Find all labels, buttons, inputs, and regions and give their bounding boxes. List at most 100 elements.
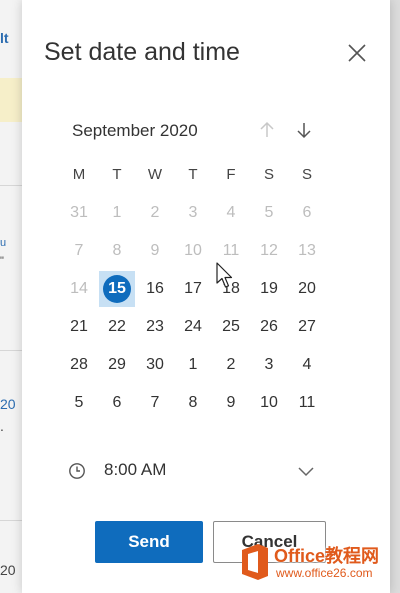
calendar-day[interactable]: 2 xyxy=(137,195,173,231)
calendar-day[interactable]: 30 xyxy=(137,347,173,383)
calendar-day[interactable]: 12 xyxy=(251,233,287,269)
calendar-day-number: 14 xyxy=(70,280,88,297)
calendar-day[interactable]: 10 xyxy=(251,385,287,421)
calendar-day[interactable]: 23 xyxy=(137,309,173,345)
calendar-day-number: 24 xyxy=(184,318,202,335)
calendar-day[interactable]: 20 xyxy=(289,271,325,307)
calendar-day[interactable]: 8 xyxy=(99,233,135,269)
close-button[interactable] xyxy=(344,40,370,66)
background-app: lt u " 20 . 20 xyxy=(0,0,24,593)
calendar-day-number: 27 xyxy=(298,318,316,335)
watermark-url: www.office26.com xyxy=(276,566,373,580)
weekday-label: S xyxy=(263,166,274,183)
calendar-day-number: 2 xyxy=(226,356,236,373)
arrow-up-icon xyxy=(260,121,274,137)
calendar-day[interactable]: 7 xyxy=(137,385,173,421)
calendar-day-number: 4 xyxy=(302,356,312,373)
calendar-day[interactable]: 31 xyxy=(61,195,97,231)
calendar-day-number: 21 xyxy=(70,318,88,335)
background-divider xyxy=(0,185,22,186)
next-month-button[interactable] xyxy=(293,119,315,141)
calendar-day[interactable]: 3 xyxy=(175,195,211,231)
calendar-day-number: 23 xyxy=(146,318,164,335)
month-label: September 2020 xyxy=(72,121,198,140)
calendar-day[interactable]: 1 xyxy=(99,195,135,231)
calendar-day-number: 8 xyxy=(188,394,198,411)
calendar-day[interactable]: 10 xyxy=(175,233,211,269)
weekday-label: F xyxy=(226,166,236,183)
weekday-header: MTWTFSS xyxy=(60,166,364,186)
background-text-fragment: 20 xyxy=(0,396,16,412)
calendar-day-number: 6 xyxy=(302,204,312,221)
calendar-day-number: 19 xyxy=(260,280,278,297)
background-text-fragment: lt xyxy=(0,30,9,46)
calendar-day-number: 11 xyxy=(222,242,240,259)
mouse-cursor-icon xyxy=(216,262,233,288)
calendar-day-number: 7 xyxy=(150,394,160,411)
calendar-day-number: 10 xyxy=(184,242,202,259)
calendar-day[interactable]: 1 xyxy=(175,347,211,383)
calendar-day[interactable]: 9 xyxy=(213,385,249,421)
calendar-day[interactable]: 26 xyxy=(251,309,287,345)
weekday-label: M xyxy=(72,166,86,183)
calendar-day-number: 9 xyxy=(226,394,236,411)
calendar-day-number: 6 xyxy=(112,394,122,411)
calendar-day[interactable]: 11 xyxy=(289,385,325,421)
calendar-day[interactable]: 14 xyxy=(61,271,97,307)
calendar-day-number: 3 xyxy=(188,204,198,221)
weekday-label: W xyxy=(147,166,163,183)
weekday-label: T xyxy=(112,166,122,183)
calendar-day[interactable]: 7 xyxy=(61,233,97,269)
clock-icon xyxy=(69,463,85,479)
calendar-day[interactable]: 17 xyxy=(175,271,211,307)
calendar-day[interactable]: 9 xyxy=(137,233,173,269)
calendar-day[interactable]: 28 xyxy=(61,347,97,383)
calendar-day[interactable]: 5 xyxy=(61,385,97,421)
background-notice-bar xyxy=(0,78,22,122)
weekday-label: T xyxy=(188,166,198,183)
calendar-day[interactable]: 2 xyxy=(213,347,249,383)
calendar-day[interactable]: 27 xyxy=(289,309,325,345)
calendar-day[interactable]: 29 xyxy=(99,347,135,383)
calendar-day[interactable]: 25 xyxy=(213,309,249,345)
calendar-day[interactable]: 22 xyxy=(99,309,135,345)
calendar-day[interactable]: 24 xyxy=(175,309,211,345)
calendar-day-number: 31 xyxy=(70,204,88,221)
background-text-fragment: 20 xyxy=(0,562,16,578)
calendar-day-number: 8 xyxy=(112,242,122,259)
watermark-brand: Office教程网 xyxy=(274,546,380,566)
calendar-day-number: 1 xyxy=(188,356,198,373)
calendar-day-number: 10 xyxy=(260,394,278,411)
calendar-day-number: 9 xyxy=(150,242,160,259)
previous-month-button[interactable] xyxy=(256,119,278,141)
background-divider xyxy=(0,350,22,351)
calendar-day[interactable]: 13 xyxy=(289,233,325,269)
calendar-day-number: 25 xyxy=(222,318,240,335)
calendar-day-number: 5 xyxy=(74,394,84,411)
calendar-day-number: 3 xyxy=(264,356,274,373)
calendar-day-number: 1 xyxy=(112,204,122,221)
calendar-day[interactable]: 6 xyxy=(99,385,135,421)
calendar-day[interactable]: 19 xyxy=(251,271,287,307)
calendar-day-number: 4 xyxy=(226,204,236,221)
calendar-day-number: 12 xyxy=(260,242,278,259)
calendar-day-number: 17 xyxy=(184,280,202,297)
calendar-day-number: 26 xyxy=(260,318,278,335)
calendar-day[interactable]: 6 xyxy=(289,195,325,231)
calendar-day-selected[interactable]: 15 xyxy=(99,271,135,307)
calendar-day[interactable]: 21 xyxy=(61,309,97,345)
calendar-day[interactable]: 4 xyxy=(213,195,249,231)
weekday-label: S xyxy=(301,166,312,183)
background-divider xyxy=(0,520,22,521)
calendar-day[interactable]: 8 xyxy=(175,385,211,421)
calendar-day[interactable]: 3 xyxy=(251,347,287,383)
calendar-day[interactable]: 16 xyxy=(137,271,173,307)
send-button[interactable]: Send xyxy=(95,521,203,563)
background-text-fragment: . xyxy=(0,418,4,434)
time-picker[interactable]: 8:00 AM xyxy=(68,457,318,487)
calendar-day[interactable]: 5 xyxy=(251,195,287,231)
calendar-day-number: 16 xyxy=(146,280,164,297)
background-text-fragment: " xyxy=(0,255,4,267)
calendar-day[interactable]: 4 xyxy=(289,347,325,383)
background-app-edge xyxy=(390,0,400,593)
